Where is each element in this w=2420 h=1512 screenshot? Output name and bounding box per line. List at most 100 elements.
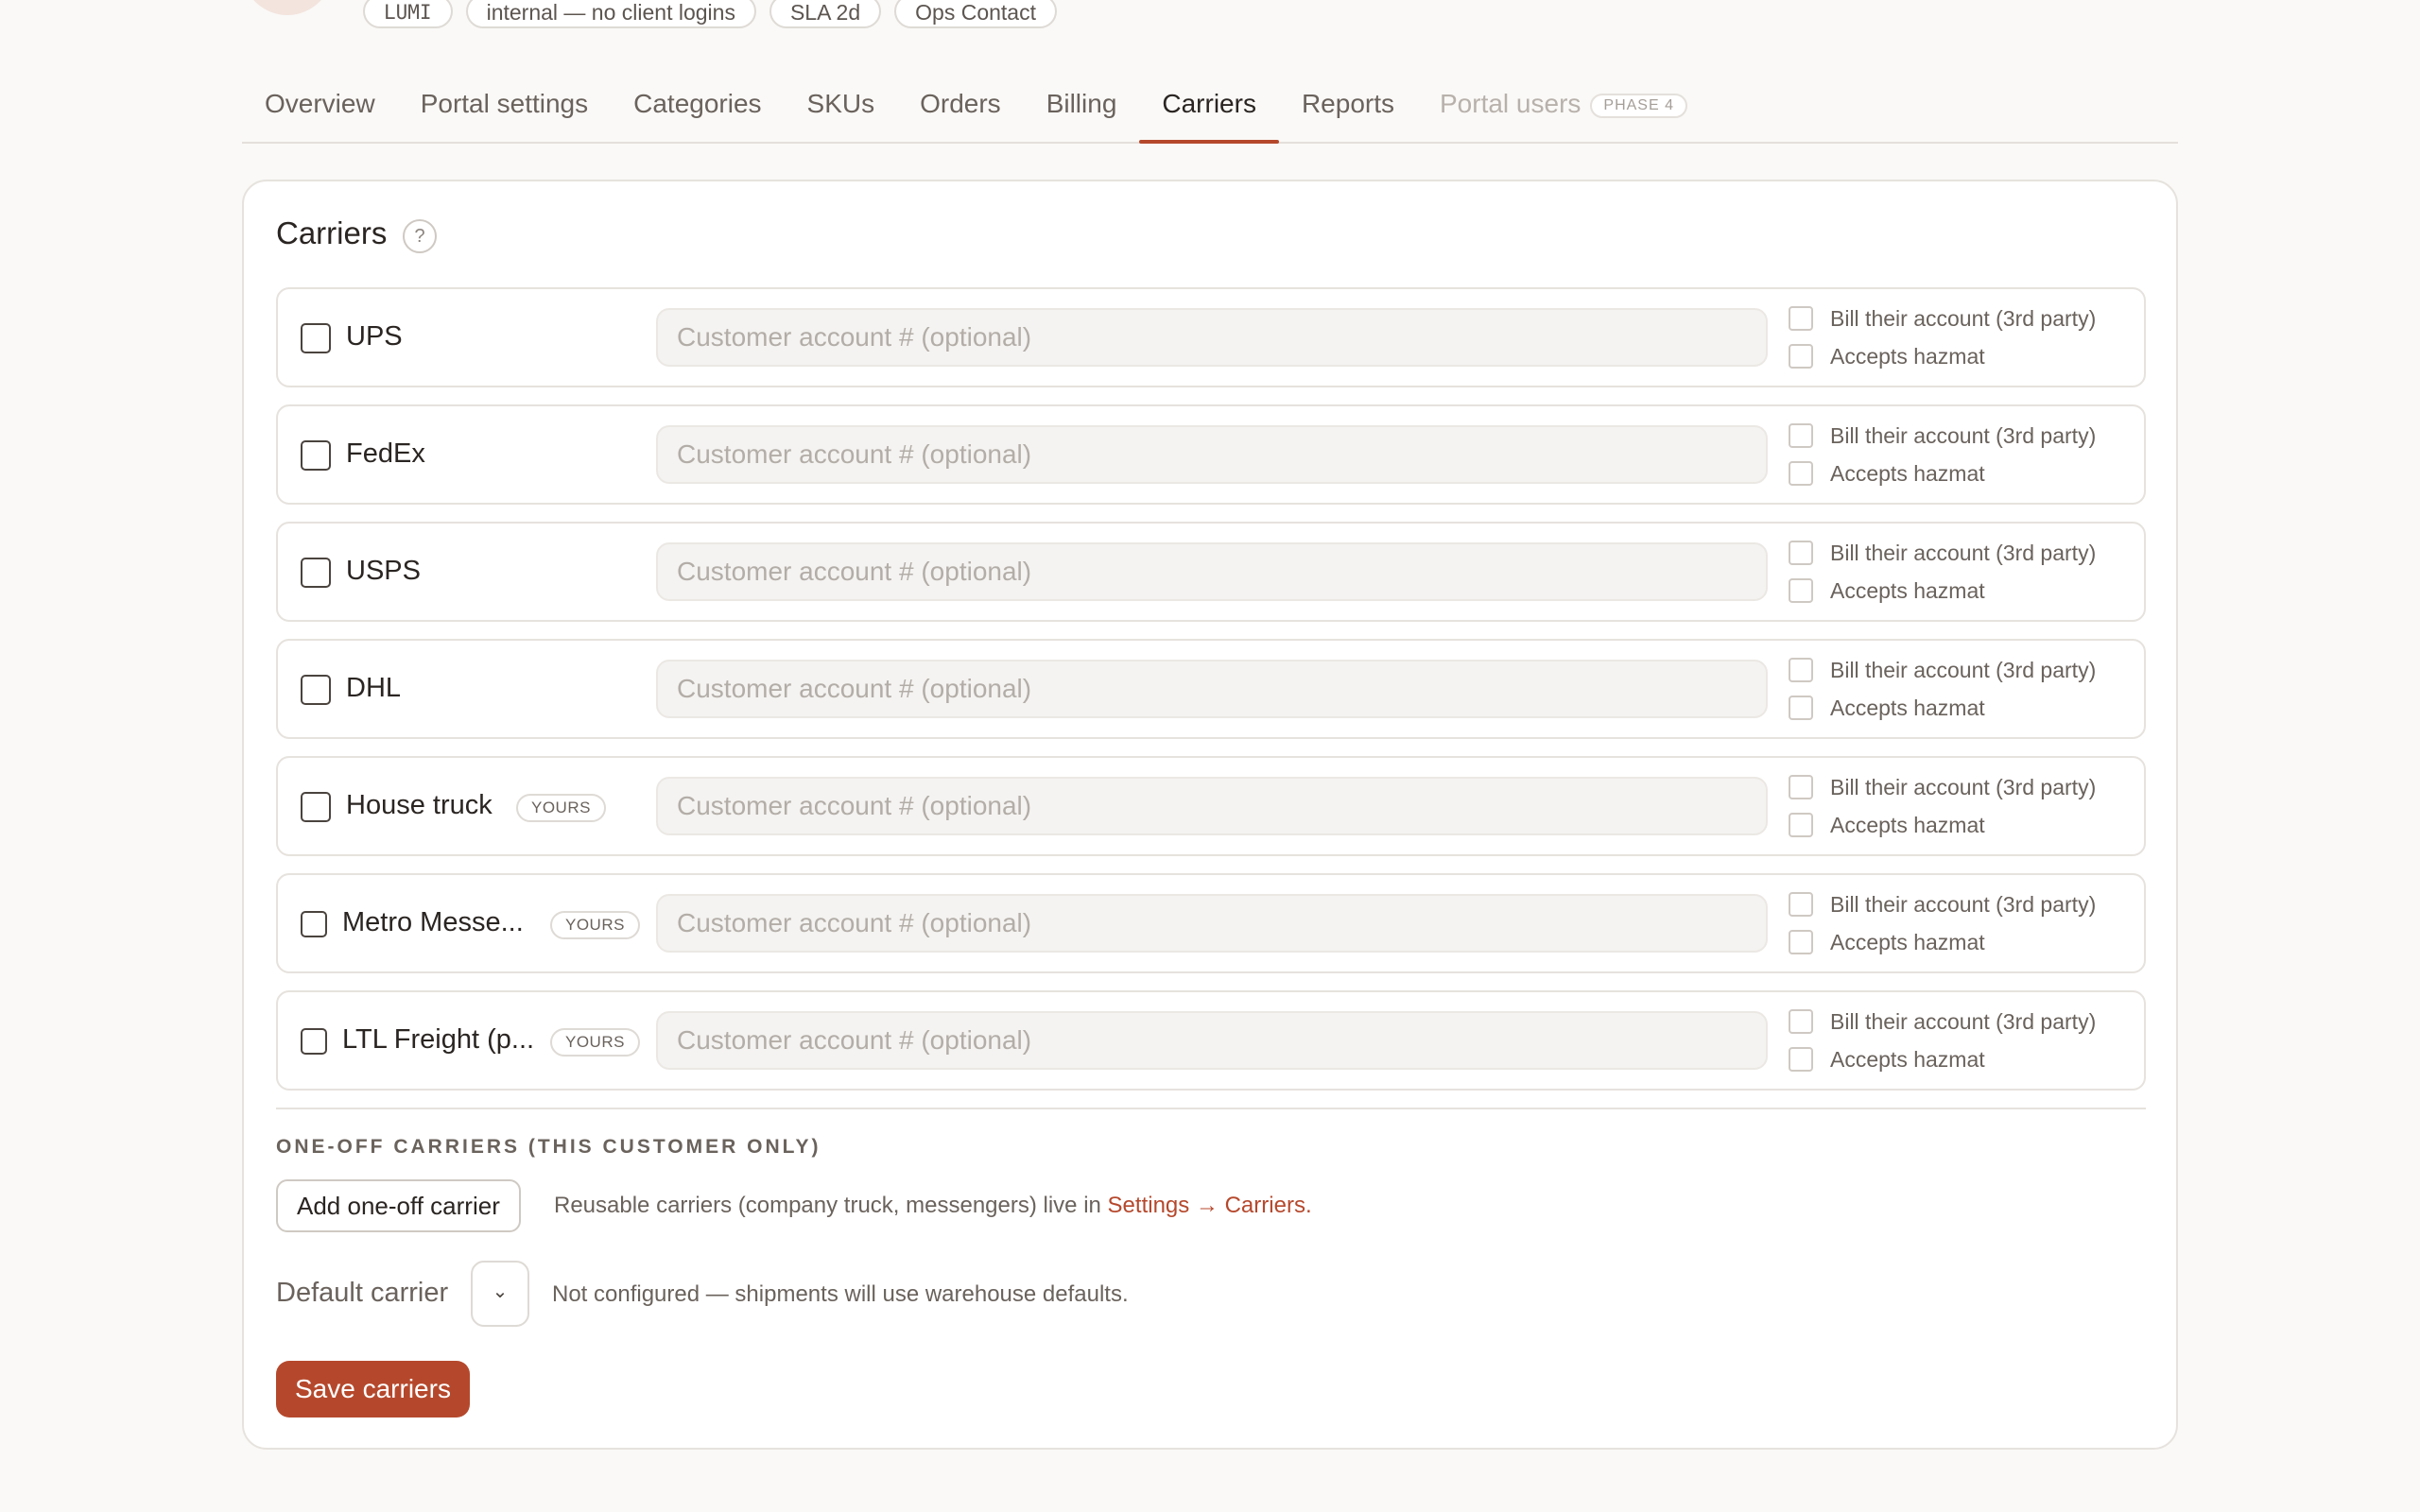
- carrier-name: LTL Freight (p...: [342, 1024, 535, 1055]
- reusable-carriers-note-text: Reusable carriers (company truck, messen…: [554, 1193, 1108, 1218]
- avatar: [242, 0, 333, 15]
- tab-orders[interactable]: Orders: [897, 79, 1024, 142]
- bill-third-party-checkbox[interactable]: [1789, 541, 1813, 565]
- customer-header: LUMI internal — no client logins SLA 2d …: [242, 0, 2178, 30]
- hazmat-option[interactable]: Accepts hazmat: [1789, 928, 1985, 956]
- carrier-row-house-truck: House truck YOURS Bill their account (3r…: [276, 756, 2146, 856]
- hazmat-checkbox[interactable]: [1789, 1047, 1813, 1072]
- phase-badge: PHASE 4: [1590, 94, 1687, 118]
- tab-billing[interactable]: Billing: [1024, 79, 1140, 142]
- account-number-input[interactable]: [656, 308, 1768, 367]
- bill-third-party-option[interactable]: Bill their account (3rd party): [1789, 656, 2096, 684]
- settings-carriers-link[interactable]: Settings → Carriers.: [1108, 1193, 1312, 1218]
- account-number-input[interactable]: [656, 777, 1768, 835]
- carrier-name: House truck: [346, 790, 493, 820]
- enable-checkbox[interactable]: [301, 440, 331, 471]
- account-number-input[interactable]: [656, 894, 1768, 953]
- hazmat-option[interactable]: Accepts hazmat: [1789, 342, 1985, 370]
- hazmat-label: Accepts hazmat: [1830, 812, 1985, 837]
- bill-third-party-label: Bill their account (3rd party): [1830, 1008, 2097, 1034]
- bill-third-party-label: Bill their account (3rd party): [1830, 305, 2097, 331]
- tab-portal-settings[interactable]: Portal settings: [398, 79, 611, 142]
- bill-third-party-option[interactable]: Bill their account (3rd party): [1789, 890, 2096, 919]
- bill-third-party-option[interactable]: Bill their account (3rd party): [1789, 421, 2096, 450]
- hazmat-checkbox[interactable]: [1789, 696, 1813, 720]
- bill-third-party-option[interactable]: Bill their account (3rd party): [1789, 1007, 2096, 1036]
- bill-third-party-checkbox[interactable]: [1789, 658, 1813, 682]
- help-icon[interactable]: ?: [403, 219, 437, 253]
- carrier-name: Metro Messe...: [342, 907, 524, 937]
- enable-checkbox[interactable]: [301, 1028, 327, 1055]
- tab-skus[interactable]: SKUs: [785, 79, 898, 142]
- tab-reports[interactable]: Reports: [1279, 79, 1417, 142]
- reusable-carriers-note: Reusable carriers (company truck, messen…: [554, 1193, 1312, 1219]
- hazmat-checkbox[interactable]: [1789, 813, 1813, 837]
- enable-checkbox[interactable]: [301, 911, 327, 937]
- bill-third-party-checkbox[interactable]: [1789, 423, 1813, 448]
- hazmat-label: Accepts hazmat: [1830, 929, 1985, 954]
- tab-categories[interactable]: Categories: [611, 79, 784, 142]
- hazmat-label: Accepts hazmat: [1830, 577, 1985, 603]
- enable-checkbox[interactable]: [301, 792, 331, 822]
- section-divider: [276, 1108, 2146, 1109]
- yours-badge: YOURS: [550, 1028, 640, 1057]
- bill-third-party-checkbox[interactable]: [1789, 1009, 1813, 1034]
- hazmat-option[interactable]: Accepts hazmat: [1789, 694, 1985, 722]
- bill-third-party-checkbox[interactable]: [1789, 775, 1813, 799]
- account-number-input[interactable]: [656, 1011, 1768, 1070]
- ops-contact-chip: Ops Contact: [894, 0, 1057, 28]
- sla-chip: SLA 2d: [769, 0, 882, 28]
- save-carriers-button[interactable]: Save carriers: [276, 1361, 470, 1418]
- carrier-name: UPS: [346, 321, 403, 352]
- oneoff-section-label: ONE-OFF CARRIERS (THIS CUSTOMER ONLY): [276, 1136, 821, 1158]
- default-carrier-note: Not configured — shipments will use ware…: [552, 1281, 1129, 1307]
- bill-third-party-label: Bill their account (3rd party): [1830, 774, 2097, 799]
- enable-checkbox[interactable]: [301, 323, 331, 353]
- tab-carriers[interactable]: Carriers: [1139, 79, 1279, 144]
- tab-portal-users-label: Portal users: [1440, 89, 1582, 118]
- hazmat-label: Accepts hazmat: [1830, 460, 1985, 486]
- chevron-down-icon: ⌄: [492, 1281, 509, 1302]
- enable-checkbox[interactable]: [301, 558, 331, 588]
- account-number-input[interactable]: [656, 425, 1768, 484]
- add-oneoff-carrier-button[interactable]: Add one-off carrier: [276, 1179, 521, 1232]
- hazmat-option[interactable]: Accepts hazmat: [1789, 459, 1985, 488]
- bill-third-party-option[interactable]: Bill their account (3rd party): [1789, 304, 2096, 333]
- portal-mode-chip: internal — no client logins: [465, 0, 756, 28]
- hazmat-option[interactable]: Accepts hazmat: [1789, 811, 1985, 839]
- bill-third-party-label: Bill their account (3rd party): [1830, 540, 2097, 565]
- hazmat-label: Accepts hazmat: [1830, 343, 1985, 369]
- customer-code-chip: LUMI: [363, 0, 453, 28]
- tab-overview[interactable]: Overview: [242, 79, 398, 142]
- carrier-row-dhl: DHL Bill their account (3rd party) Accep…: [276, 639, 2146, 739]
- carrier-name: DHL: [346, 673, 402, 703]
- bill-third-party-option[interactable]: Bill their account (3rd party): [1789, 539, 2096, 567]
- hazmat-checkbox[interactable]: [1789, 930, 1813, 954]
- carriers-card: Carriers ? UPS Bill their account (3rd p…: [242, 180, 2178, 1450]
- hazmat-checkbox[interactable]: [1789, 461, 1813, 486]
- default-carrier-select[interactable]: ⌄: [471, 1261, 529, 1327]
- account-number-input[interactable]: [656, 542, 1768, 601]
- customer-chips: LUMI internal — no client logins SLA 2d …: [363, 0, 1057, 28]
- yours-badge: YOURS: [516, 794, 606, 822]
- carrier-name: USPS: [346, 556, 421, 586]
- bill-third-party-checkbox[interactable]: [1789, 306, 1813, 331]
- hazmat-checkbox[interactable]: [1789, 344, 1813, 369]
- hazmat-label: Accepts hazmat: [1830, 695, 1985, 720]
- hazmat-label: Accepts hazmat: [1830, 1046, 1985, 1072]
- hazmat-checkbox[interactable]: [1789, 578, 1813, 603]
- yours-badge: YOURS: [550, 911, 640, 939]
- hazmat-option[interactable]: Accepts hazmat: [1789, 1045, 1985, 1074]
- bill-third-party-label: Bill their account (3rd party): [1830, 657, 2097, 682]
- hazmat-option[interactable]: Accepts hazmat: [1789, 576, 1985, 605]
- bill-third-party-label: Bill their account (3rd party): [1830, 422, 2097, 448]
- tab-portal-users: Portal users PHASE 4: [1417, 79, 1710, 142]
- bill-third-party-option[interactable]: Bill their account (3rd party): [1789, 773, 2096, 801]
- enable-checkbox[interactable]: [301, 675, 331, 705]
- bill-third-party-label: Bill their account (3rd party): [1830, 891, 2097, 917]
- bill-third-party-checkbox[interactable]: [1789, 892, 1813, 917]
- account-number-input[interactable]: [656, 660, 1768, 718]
- carrier-row-fedex: FedEx Bill their account (3rd party) Acc…: [276, 404, 2146, 505]
- card-title: Carriers: [276, 215, 388, 250]
- carrier-row-usps: USPS Bill their account (3rd party) Acce…: [276, 522, 2146, 622]
